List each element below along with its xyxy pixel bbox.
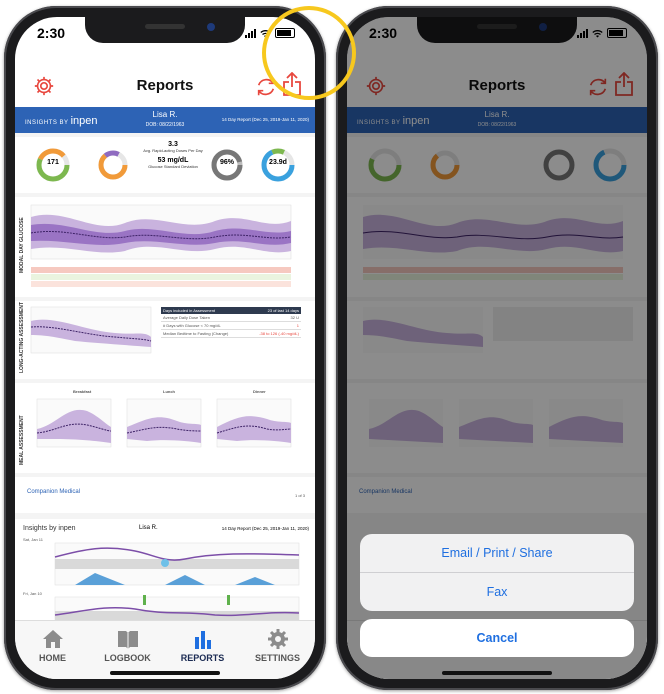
- kpi-section: 171 96% 23.9d 3.3 Avg. Rapid-acting Dose…: [15, 137, 315, 193]
- home-indicator: [110, 671, 220, 675]
- modal-day-chart: [30, 204, 292, 287]
- notch: [85, 17, 245, 43]
- bar-chart-icon: [194, 631, 211, 649]
- meal-label: MEAL ASSESSMENT: [19, 415, 25, 465]
- tab-home[interactable]: HOME: [15, 621, 90, 679]
- report-preview[interactable]: INSIGHTS BY inpen Lisa R. DOB: 08/22/1963…: [15, 107, 315, 621]
- meal-charts: [36, 398, 292, 448]
- avg-doses-value: 3.3: [168, 141, 178, 148]
- insights-patient: Lisa R.: [139, 525, 158, 531]
- home-icon: [42, 630, 63, 648]
- std-dev-value: 53 mg/dL: [157, 157, 189, 164]
- day-label-2: Fri, Jan 10: [23, 591, 42, 596]
- lunch-label: Lunch: [163, 389, 175, 394]
- cancel-button[interactable]: Cancel: [360, 619, 634, 657]
- std-dev-label: Glucose Standard Deviation: [148, 164, 198, 169]
- action-sheet-options: Email / Print / Share Fax: [360, 534, 634, 611]
- phone-left: 2:30 Reports INSIGHTS BY inpen Lisa R. DO…: [4, 6, 326, 690]
- insights-range: 14 Day Report (Dec 25, 2019-Jan 11, 2020…: [221, 526, 309, 531]
- email-print-share-button[interactable]: Email / Print / Share: [360, 534, 634, 572]
- action-sheet: Email / Print / Share Fax Cancel: [360, 534, 634, 657]
- company-logo: Companion Medical: [27, 489, 81, 495]
- report-range: 14 Day Report (Dec 25, 2019-Jan 11, 2020…: [221, 117, 309, 122]
- phone-right: 2:30 Reports INSIGHTS BY inpen Lisa R. DO…: [336, 6, 658, 690]
- modal-day-label: MODAL DAY GLUCOSE: [19, 217, 25, 273]
- long-acting-table: Days included in Assessment 23 of last 14…: [161, 307, 301, 338]
- reports-screen: 2:30 Reports INSIGHTS BY inpen Lisa R. DO…: [15, 17, 315, 679]
- daily-glucose-charts: [54, 542, 300, 621]
- page-number: 1 of 3: [294, 493, 305, 498]
- insights-page-2: Insights by inpen Lisa R. 14 Day Report …: [15, 519, 315, 621]
- highlight-circle: [262, 6, 356, 100]
- dinner-label: Dinner: [253, 389, 266, 394]
- insights-title: Insights by inpen: [23, 525, 76, 532]
- breakfast-label: Breakfast: [73, 389, 92, 394]
- gmi-value: 23.9d: [269, 159, 287, 166]
- modal-day-section: MODAL DAY GLUCOSE: [15, 197, 315, 297]
- avg-glucose-value: 171: [47, 159, 59, 166]
- fax-button[interactable]: Fax: [360, 572, 634, 611]
- settings-icon: [267, 629, 288, 649]
- sensor-pct-value: 96%: [219, 159, 234, 166]
- tab-settings[interactable]: SETTINGS: [240, 621, 315, 679]
- signal-icon: [245, 28, 256, 38]
- share-sheet-screen: 2:30 Reports INSIGHTS BY inpen Lisa R. DO…: [347, 17, 647, 679]
- day-label-1: Sat, Jan 11: [23, 537, 43, 542]
- book-icon: [117, 631, 138, 649]
- home-indicator: [442, 671, 552, 675]
- avg-doses-label: Avg. Rapid-acting Doses Per Day: [143, 148, 203, 153]
- report-header: INSIGHTS BY inpen Lisa R. DOB: 08/22/1963…: [15, 107, 315, 133]
- meal-section: MEAL ASSESSMENT Breakfast Lunch Dinner: [15, 383, 315, 473]
- status-time: 2:30: [37, 25, 66, 41]
- long-acting-section: LONG-ACTING ASSESSMENT Days included in …: [15, 301, 315, 379]
- report-footer: Companion Medical 1 of 3: [15, 477, 315, 513]
